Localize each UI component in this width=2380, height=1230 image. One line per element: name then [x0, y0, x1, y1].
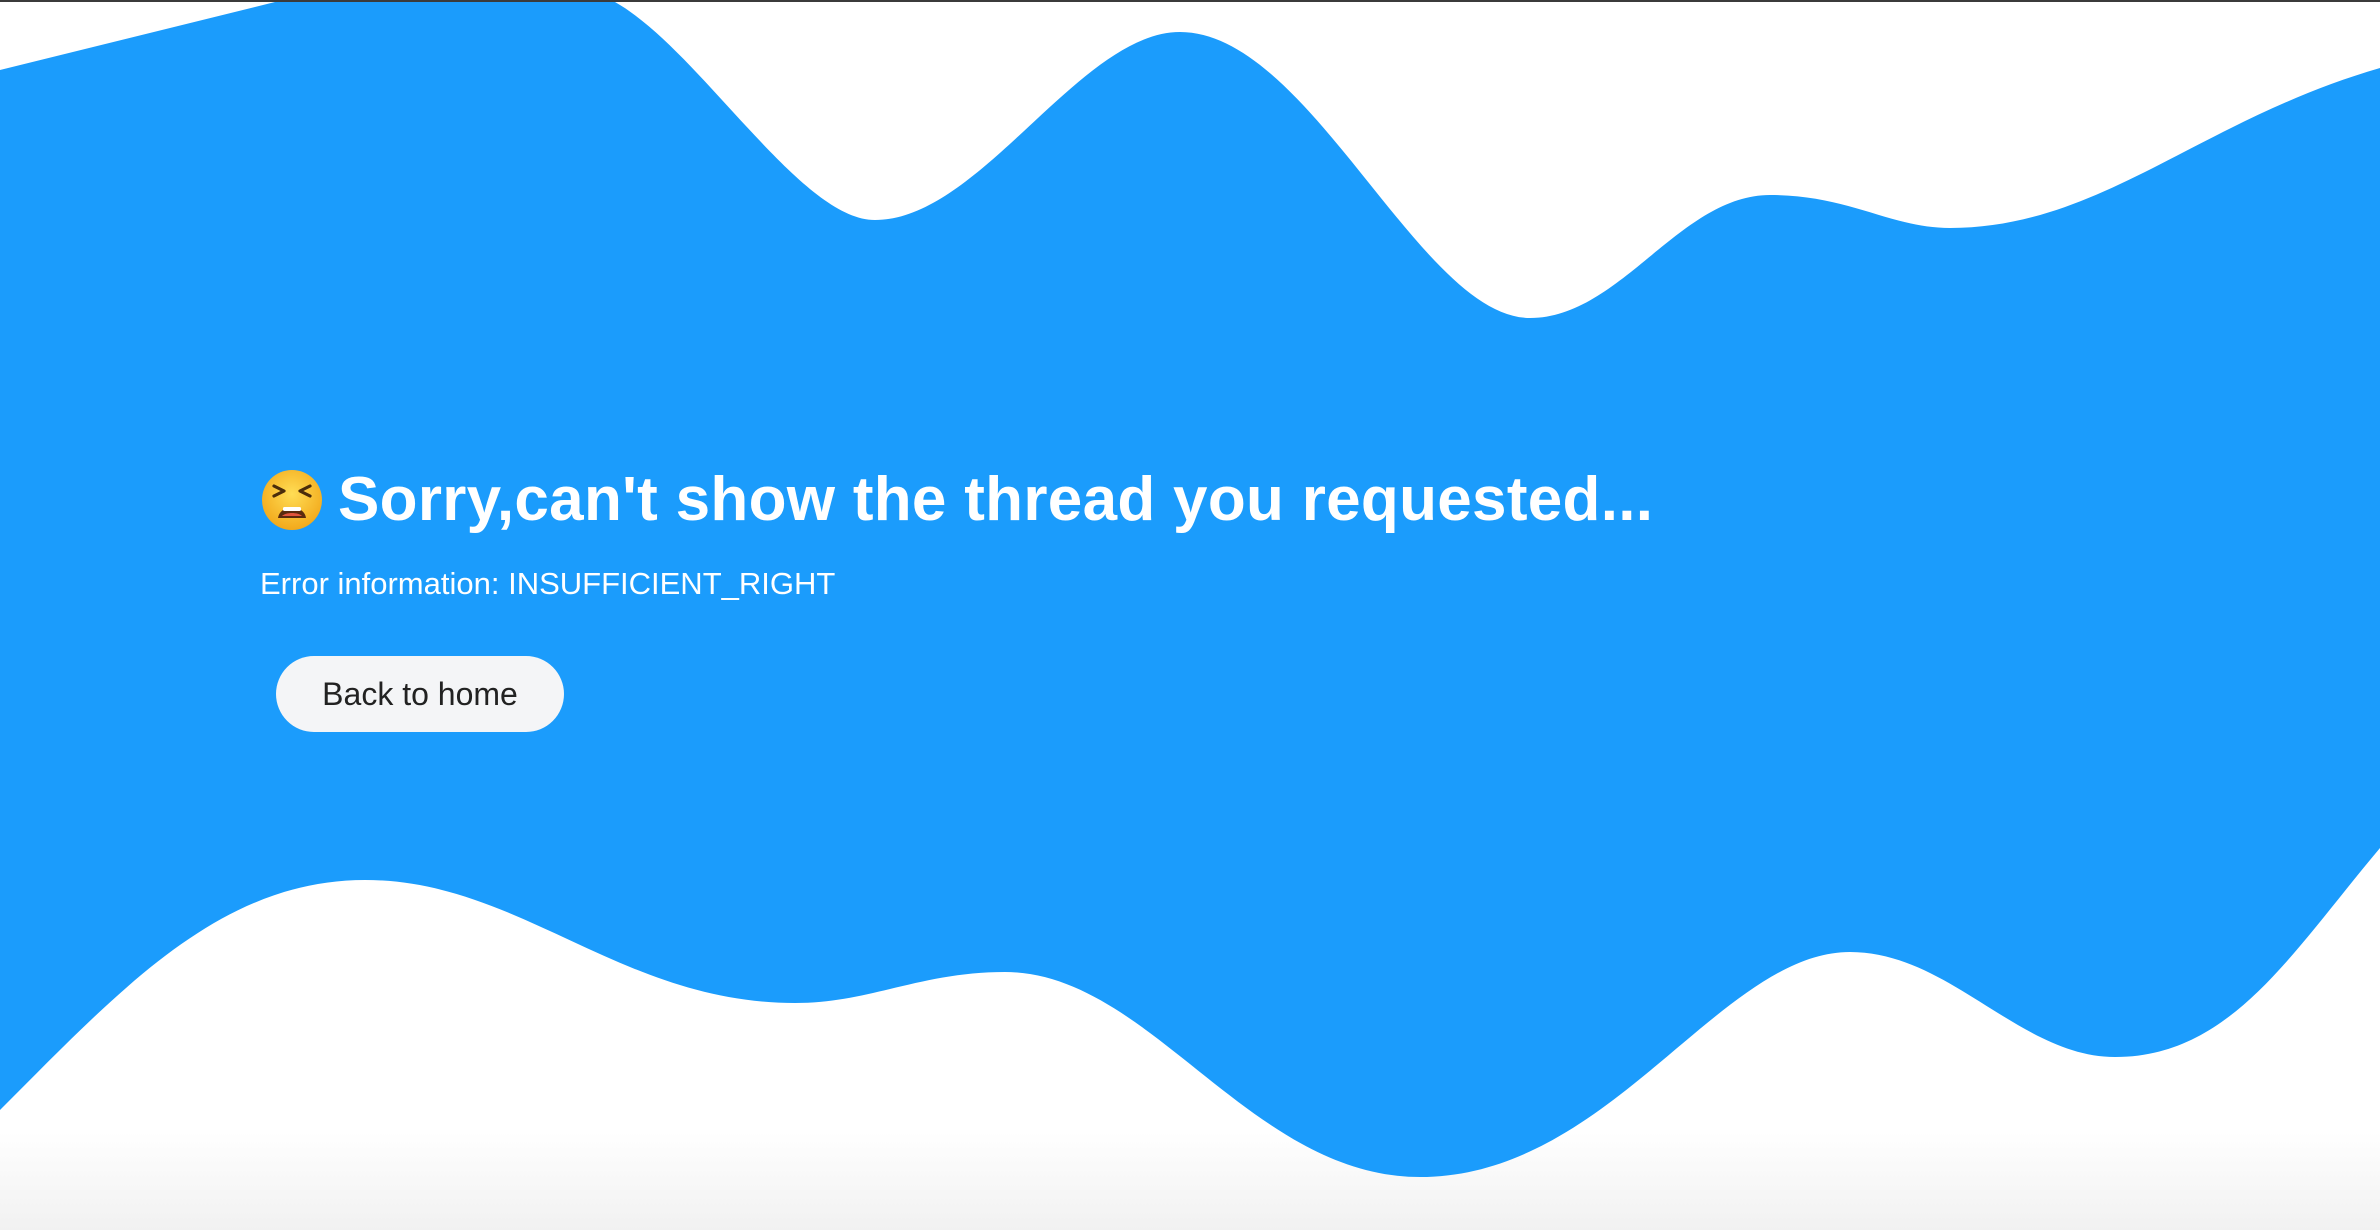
error-page: Sorry,can't show the thread you requeste…	[0, 0, 2380, 1230]
window-top-border	[0, 0, 2380, 2]
back-to-home-button[interactable]: Back to home	[276, 656, 564, 732]
error-title: Sorry,can't show the thread you requeste…	[338, 465, 1654, 534]
error-content: Sorry,can't show the thread you requeste…	[260, 462, 1653, 732]
error-headline: Sorry,can't show the thread you requeste…	[260, 462, 1653, 538]
tired-face-icon	[262, 470, 322, 530]
error-information: Error information: INSUFFICIENT_RIGHT	[260, 566, 836, 601]
